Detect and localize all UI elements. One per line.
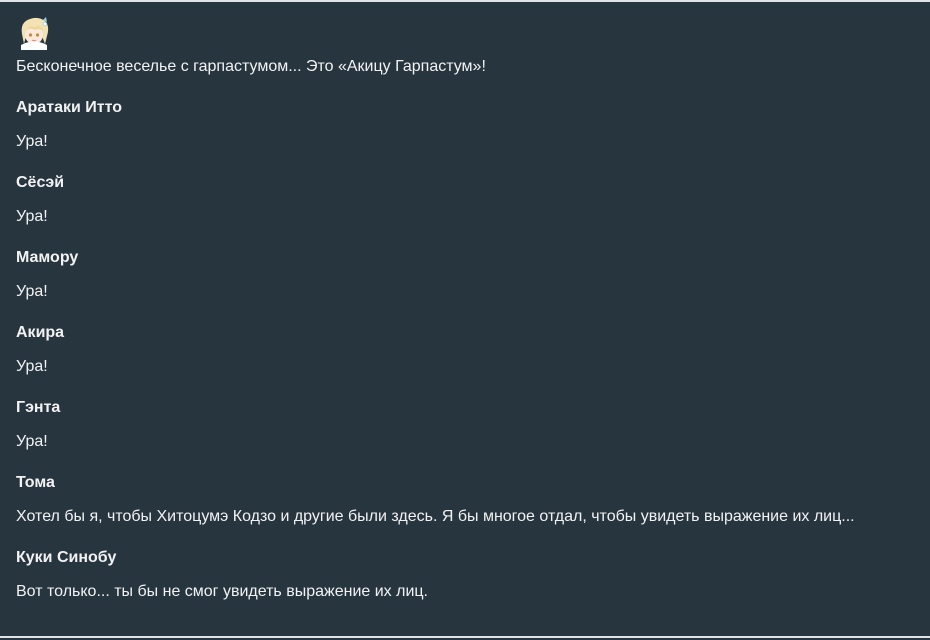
dialogue-text: Ура! [16, 208, 48, 225]
dialogue-text: Ура! [16, 133, 48, 150]
dialogue-line: Аратаки Итто Ура! [16, 97, 916, 153]
dialogue-line: Тома Хотел бы я, чтобы Хитоцумэ Кодзо и … [16, 472, 916, 528]
dialogue-line: Куки Синобу Вот только... ты бы не смог … [16, 547, 916, 603]
speaker-name: Сёсэй [16, 174, 65, 191]
dialogue-line: Мамору Ура! [16, 247, 916, 303]
dialogue-text: Вот только... ты бы не смог увидеть выра… [16, 583, 428, 600]
speaker-name: Аратаки Итто [16, 99, 122, 116]
speaker-name: Тома [16, 474, 55, 491]
top-divider [0, 0, 930, 2]
speaker-name: Мамору [16, 249, 79, 266]
dialogue-text: Ура! [16, 433, 48, 450]
speaker-name: Куки Синобу [16, 549, 117, 566]
dialogue-line: Сёсэй Ура! [16, 172, 916, 228]
dialogue-text: Ура! [16, 358, 48, 375]
dialogue-list: Аратаки Итто Ура! Сёсэй Ура! Мамору Ура!… [16, 97, 916, 603]
character-portrait-icon [16, 14, 52, 50]
speaker-name: Гэнта [16, 399, 61, 416]
dialogue-panel: Бесконечное веселье с гарпастумом... Это… [16, 14, 916, 603]
dialogue-line: Акира Ура! [16, 322, 916, 378]
speaker-name: Акира [16, 324, 65, 341]
bottom-divider [0, 636, 930, 638]
dialogue-text: Хотел бы я, чтобы Хитоцумэ Кодзо и други… [16, 508, 855, 525]
scene-narration: Бесконечное веселье с гарпастумом... Это… [16, 58, 486, 75]
dialogue-text: Ура! [16, 283, 48, 300]
dialogue-line: Гэнта Ура! [16, 397, 916, 453]
